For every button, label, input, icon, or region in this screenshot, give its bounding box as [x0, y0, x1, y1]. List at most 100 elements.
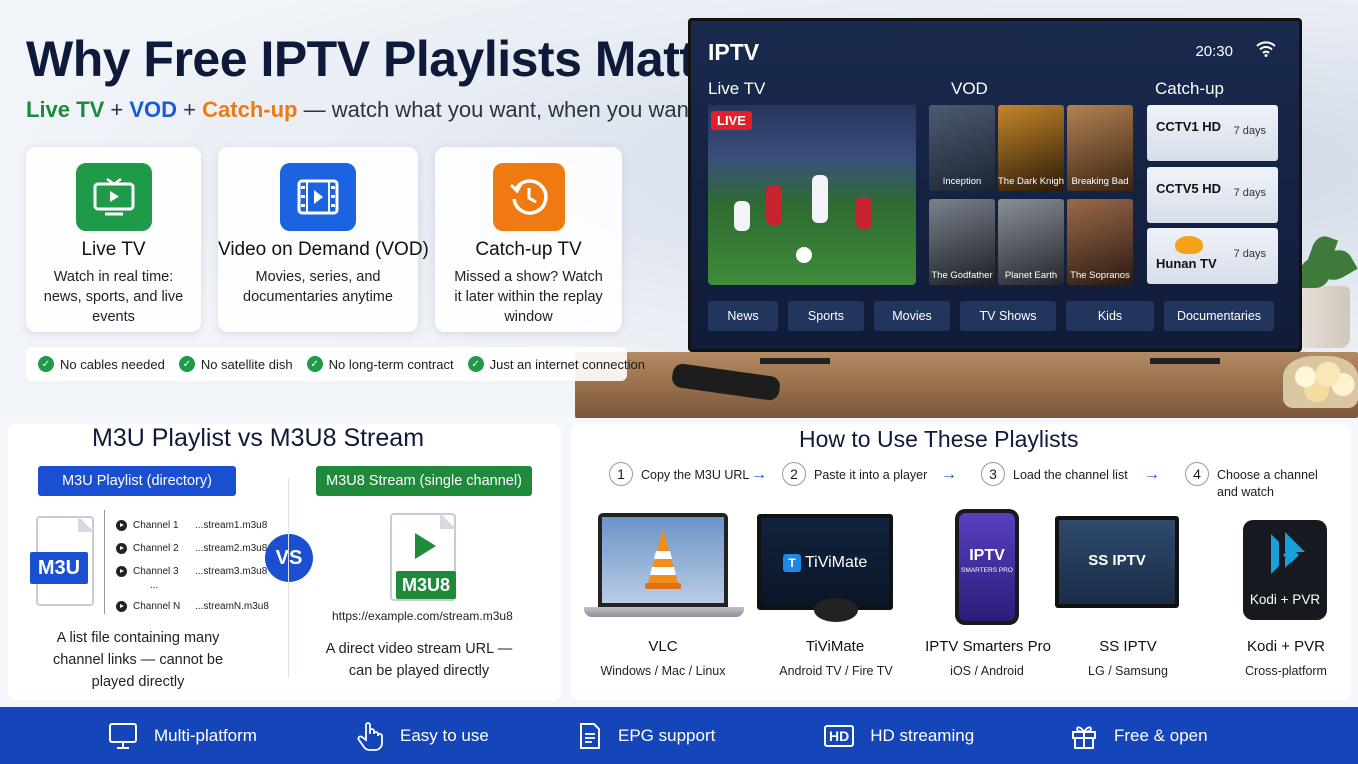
section-live-tv: Live TV	[708, 79, 766, 98]
device-name: Kodi + PVR	[1247, 638, 1325, 655]
device-name: VLC	[648, 638, 678, 655]
device-platform: Android TV / Fire TV	[779, 664, 893, 678]
page-title: Why Free IPTV Playlists Matter	[26, 31, 742, 87]
device-platform: LG / Samsung	[1088, 664, 1168, 678]
feature-desc: Missed a show? Watch it later within the…	[454, 269, 603, 325]
hand-pointer-icon	[357, 721, 383, 751]
category-news[interactable]: News	[708, 301, 778, 331]
kodi-device: Kodi + PVR	[1243, 520, 1327, 620]
list-bracket	[104, 510, 105, 614]
check-icon: ✓	[38, 356, 54, 372]
tv-screen: IPTV 20:30 Live TV VOD Catch-up LIVE Inc…	[691, 21, 1299, 349]
play-icon	[116, 601, 127, 612]
catchup-channel[interactable]: CCTV1 HD 7 days	[1147, 105, 1278, 161]
vod-poster[interactable]: The Godfather	[929, 199, 995, 285]
feature-desc: Watch in real time: news, sports, and li…	[43, 269, 184, 325]
channel-list: Channel 1 ...stream1.m3u8 Channel 2 ...str…	[116, 514, 269, 618]
vod-poster[interactable]: Inception	[929, 105, 995, 191]
monitor-icon	[109, 722, 137, 749]
device-name: TiViMate	[805, 638, 865, 655]
list-item: Channel 2 ...stream2.m3u8	[116, 537, 269, 560]
subtitle-plus: +	[183, 97, 197, 122]
arrow-icon: →	[751, 466, 767, 483]
device-name: IPTV Smarters Pro	[925, 638, 1051, 655]
feature-card-catchup: Catch-up TV Missed a show? Watch it late…	[435, 147, 622, 332]
arrow-icon: →	[1144, 466, 1160, 483]
tv-icon	[75, 163, 152, 231]
player-figure	[856, 197, 872, 229]
category-documentaries[interactable]: Documentaries	[1164, 301, 1274, 331]
compare-title: M3U Playlist vs M3U8 Stream	[92, 424, 425, 452]
page-subtitle: Live TV + VOD + Catch-up — watch what yo…	[26, 97, 695, 123]
vod-poster[interactable]: Planet Earth	[998, 199, 1064, 285]
plant-pot	[1298, 286, 1350, 348]
vod-poster[interactable]: Breaking Bad	[1067, 105, 1133, 191]
gift-icon	[1072, 725, 1096, 749]
m3u8-tag: M3U8 Stream (single channel)	[316, 466, 532, 496]
footer-item-hd-streaming: HD HD streaming	[824, 707, 974, 764]
vod-poster[interactable]: The Dark Knight	[998, 105, 1064, 191]
ball-icon	[796, 247, 812, 263]
category-kids[interactable]: Kids	[1066, 301, 1154, 331]
play-icon	[415, 533, 436, 559]
laptop-device	[598, 513, 728, 607]
tv-brand: IPTV	[708, 39, 760, 65]
vod-poster[interactable]: The Sopranos	[1067, 199, 1133, 285]
feature-title: Live TV	[81, 239, 146, 260]
arrow-icon: →	[941, 466, 957, 483]
benefit-item: ✓ No long-term contract	[306, 356, 454, 372]
benefit-item: ✓ No cables needed	[38, 356, 165, 372]
category-movies[interactable]: Movies	[874, 301, 950, 331]
benefit-item: ✓ Just an internet connection	[467, 356, 645, 372]
device-platform: Cross-platform	[1245, 664, 1327, 678]
vlc-cone-icon	[645, 529, 681, 589]
m3u8-description: A direct video stream URL — can be playe…	[325, 641, 513, 679]
tv-clock: 20:30	[1195, 43, 1233, 60]
history-icon	[492, 163, 565, 231]
tv-stand	[760, 348, 830, 364]
player-figure	[812, 175, 828, 223]
device-platform: iOS / Android	[950, 664, 1024, 678]
device-name: SS IPTV	[1099, 638, 1157, 655]
live-tv-tile[interactable]: LIVE	[708, 105, 916, 285]
live-badge: LIVE	[711, 111, 752, 130]
catchup-channel[interactable]: Hunan TV 7 days	[1147, 228, 1278, 284]
device-platform: Windows / Mac / Linux	[600, 664, 726, 678]
feature-title: Catch-up TV	[475, 239, 582, 260]
m3u-description: A list file containing many channel link…	[52, 630, 224, 690]
step-1: 1 Copy the M3U URL	[609, 462, 749, 486]
m3u-tag: M3U Playlist (directory)	[38, 466, 236, 496]
catchup-channel[interactable]: CCTV5 HD 7 days	[1147, 167, 1278, 223]
category-bar: News Sports Movies TV Shows Kids Documen…	[708, 301, 1274, 331]
m3u8-file-icon: M3U8	[390, 513, 456, 601]
step-3: 3 Load the channel list	[981, 462, 1128, 486]
play-icon	[116, 566, 127, 577]
subtitle-catchup: Catch-up	[202, 97, 298, 122]
step-4: 4 Choose a channel and watch	[1185, 462, 1337, 501]
tv-stand	[1150, 348, 1220, 364]
category-tv-shows[interactable]: TV Shows	[960, 301, 1056, 331]
subtitle-rest: — watch what you want, when you want	[303, 97, 695, 122]
feature-title: Video on Demand (VOD)	[218, 239, 429, 260]
subtitle-plus: +	[110, 97, 124, 122]
howto-title: How to Use These Playlists	[799, 426, 1079, 452]
subtitle-vod: VOD	[129, 97, 178, 122]
tv-device: T TiViMate	[757, 514, 893, 610]
tv-frame: IPTV 20:30 Live TV VOD Catch-up LIVE Inc…	[688, 18, 1302, 352]
film-icon	[280, 163, 356, 231]
document-icon	[580, 722, 600, 749]
category-sports[interactable]: Sports	[788, 301, 864, 331]
hd-icon: HD	[824, 724, 855, 747]
section-catchup[interactable]: Catch-up	[1155, 79, 1224, 99]
play-icon	[116, 520, 127, 531]
player-figure	[734, 201, 750, 231]
laptop-base	[584, 607, 744, 617]
smart-tv-device: SS IPTV	[1055, 516, 1179, 608]
subtitle-live: Live TV	[26, 97, 105, 122]
list-item: Channel 1 ...stream1.m3u8	[116, 514, 269, 537]
footer-item-free-open: Free & open	[1070, 707, 1208, 764]
benefits-bar: ✓ No cables needed ✓ No satellite dish ✓ No…	[26, 347, 645, 381]
section-vod[interactable]: VOD	[951, 79, 988, 99]
list-item: Channel 3 ...stream3.m3u8	[116, 560, 269, 583]
player-figure	[766, 185, 782, 225]
